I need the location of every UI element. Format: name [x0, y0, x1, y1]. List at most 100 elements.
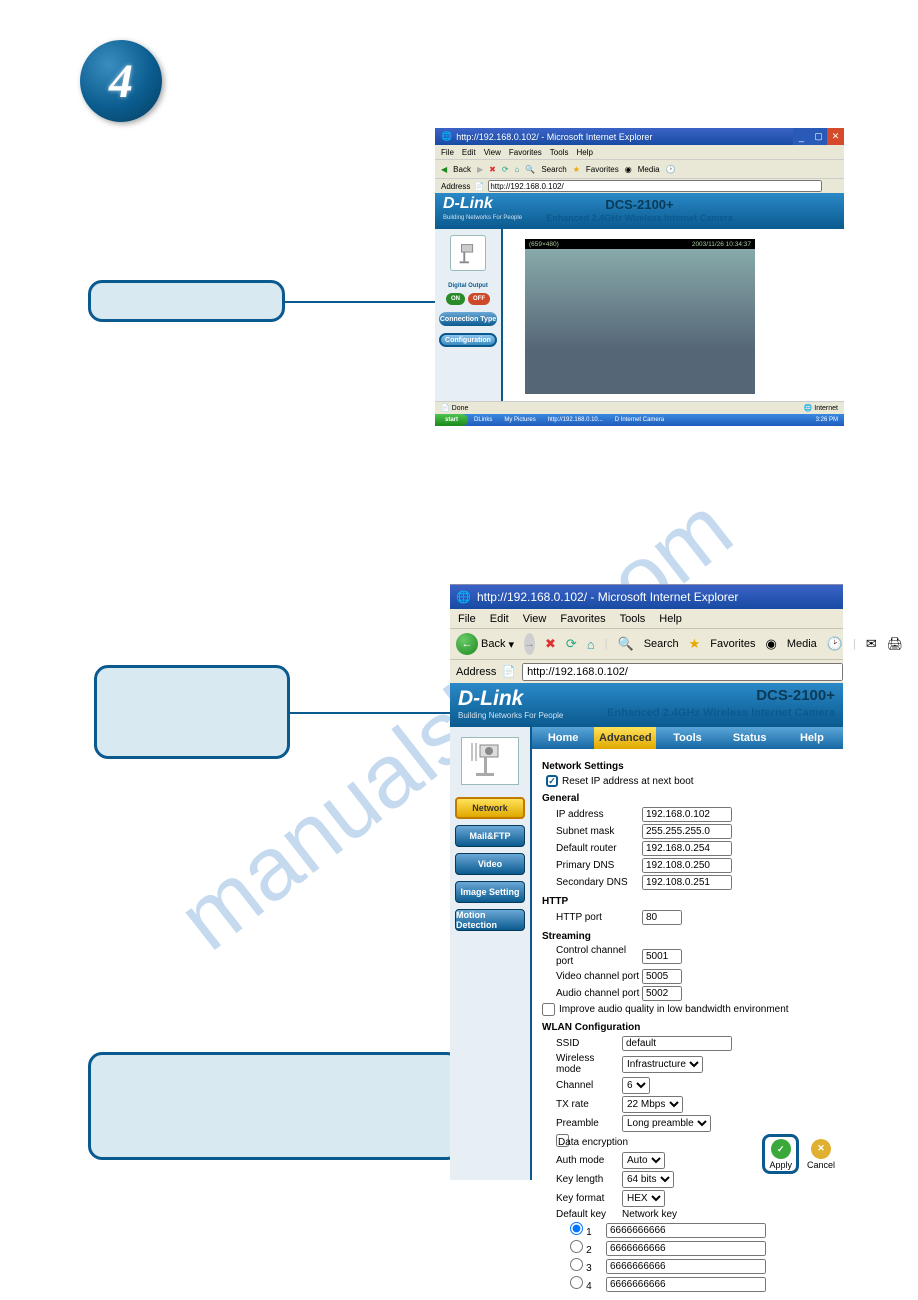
keyfmt-select[interactable]: HEX — [622, 1190, 665, 1207]
refresh-icon[interactable]: ⟳ — [566, 636, 577, 653]
vcp-input[interactable] — [642, 969, 682, 984]
mail-icon[interactable]: ✉ — [866, 636, 877, 653]
httpport-input[interactable] — [642, 910, 682, 925]
on-button[interactable]: ON — [446, 293, 465, 305]
product2-title: DCS-2100+ — [756, 687, 835, 704]
key2-radio[interactable] — [570, 1240, 583, 1253]
key1-input[interactable] — [606, 1223, 766, 1238]
menu2-favorites[interactable]: Favorites — [560, 613, 605, 625]
tab-tools[interactable]: Tools — [656, 727, 718, 749]
favorites-label[interactable]: Favorites — [586, 165, 619, 174]
tab-advanced[interactable]: Advanced — [594, 727, 656, 749]
configuration-button[interactable]: Configuration — [439, 333, 497, 347]
favorites-icon[interactable]: ★ — [573, 165, 580, 174]
menu-tools[interactable]: Tools — [550, 148, 569, 157]
ie2-toolbar: ←Back▾ → ✖ ⟳ ⌂ | 🔍Search ★Favorites ◉Med… — [450, 629, 843, 660]
tb-item-1[interactable]: DLinks — [468, 417, 498, 423]
chevron-down-icon[interactable]: ▾ — [508, 638, 514, 651]
reset-ip-checkbox[interactable]: ✓ — [546, 775, 558, 787]
key1-radio[interactable] — [570, 1222, 583, 1235]
off-button[interactable]: OFF — [468, 293, 490, 305]
tab-status[interactable]: Status — [719, 727, 781, 749]
menu2-file[interactable]: File — [458, 613, 476, 625]
home-icon[interactable]: ⌂ — [587, 636, 595, 653]
menu2-view[interactable]: View — [523, 613, 547, 625]
refresh-icon[interactable]: ⟳ — [502, 165, 509, 174]
ie2-address-bar: Address 📄 — [450, 660, 843, 683]
side-network-button[interactable]: Network — [455, 797, 525, 819]
key2-input[interactable] — [606, 1241, 766, 1256]
tb-item-4[interactable]: D Internet Camera — [609, 417, 670, 423]
authmode-select[interactable]: Auto — [622, 1152, 665, 1169]
pdns-input[interactable] — [642, 858, 732, 873]
favorites-label[interactable]: Favorites — [710, 638, 755, 650]
menu2-help[interactable]: Help — [659, 613, 682, 625]
media-icon[interactable]: ◉ — [765, 636, 776, 653]
min-icon[interactable]: _ — [793, 128, 810, 145]
stop-icon[interactable]: ✖ — [489, 165, 496, 174]
key2-num: 2 — [586, 1245, 592, 1256]
apply-button[interactable]: ✓ Apply — [769, 1139, 792, 1170]
media-label[interactable]: Media — [638, 165, 660, 174]
media-label[interactable]: Media — [787, 638, 817, 650]
search-icon[interactable]: 🔍 — [618, 636, 634, 653]
ip-input[interactable] — [642, 807, 732, 822]
menu2-tools[interactable]: Tools — [620, 613, 646, 625]
preamble-select[interactable]: Long preamble — [622, 1115, 711, 1132]
sdns-input[interactable] — [642, 875, 732, 890]
side-motion-button[interactable]: Motion Detection — [455, 909, 525, 931]
keylen-select[interactable]: 64 bits — [622, 1171, 674, 1188]
wmode-select[interactable]: Infrastructure — [622, 1056, 703, 1073]
connection-type-button[interactable]: Connection Type — [439, 312, 497, 326]
menu-favorites[interactable]: Favorites — [509, 148, 542, 157]
channel-select[interactable]: 6 — [622, 1077, 650, 1094]
fwd-button[interactable]: → — [524, 633, 535, 655]
menu-help[interactable]: Help — [576, 148, 592, 157]
tb-item-2[interactable]: My Pictures — [498, 417, 541, 423]
apply-highlight: ✓ Apply — [762, 1134, 799, 1174]
start-button[interactable]: start — [435, 414, 468, 426]
max-icon[interactable]: ▢ — [810, 128, 827, 145]
fwd-icon[interactable]: ▶ — [477, 165, 483, 174]
stop-icon[interactable]: ✖ — [545, 636, 556, 653]
search-icon[interactable]: 🔍 — [525, 165, 535, 174]
history-icon[interactable]: 🕑 — [666, 165, 676, 174]
side-mailftp-button[interactable]: Mail&FTP — [455, 825, 525, 847]
back-button[interactable]: ←Back▾ — [456, 633, 514, 655]
history-icon[interactable]: 🕑 — [827, 636, 843, 653]
side-image-button[interactable]: Image Setting — [455, 881, 525, 903]
home-icon[interactable]: ⌂ — [515, 165, 520, 174]
improve-audio-checkbox[interactable] — [542, 1003, 555, 1016]
search-label[interactable]: Search — [644, 638, 679, 650]
cancel-button[interactable]: ✕ Cancel — [807, 1139, 835, 1170]
tb-item-3[interactable]: http://192.168.0.10... — [542, 417, 609, 423]
favorites-icon[interactable]: ★ — [689, 636, 701, 653]
acp-input[interactable] — [642, 986, 682, 1001]
print-icon[interactable]: 🖨 — [887, 636, 904, 653]
router-input[interactable] — [642, 841, 732, 856]
ccp-input[interactable] — [642, 949, 682, 964]
media-icon[interactable]: ◉ — [625, 165, 632, 174]
key4-radio[interactable] — [570, 1276, 583, 1289]
tab-help[interactable]: Help — [781, 727, 843, 749]
back-label[interactable]: Back — [453, 165, 471, 174]
close-icon[interactable]: ✕ — [827, 128, 844, 145]
txrate-select[interactable]: 22 Mbps — [622, 1096, 683, 1113]
menu-file[interactable]: File — [441, 148, 454, 157]
menu-edit[interactable]: Edit — [462, 148, 476, 157]
back-icon[interactable]: ◀ — [441, 165, 447, 174]
key3-radio[interactable] — [570, 1258, 583, 1271]
search-label[interactable]: Search — [541, 165, 566, 174]
key4-input[interactable] — [606, 1277, 766, 1292]
tab-home[interactable]: Home — [532, 727, 594, 749]
key3-input[interactable] — [606, 1259, 766, 1274]
ie-status-bar: 📄 Done 🌐 Internet — [435, 401, 844, 414]
step-number: 4 — [109, 54, 133, 109]
address2-input[interactable] — [522, 663, 843, 681]
side-video-button[interactable]: Video — [455, 853, 525, 875]
subnet-input[interactable] — [642, 824, 732, 839]
address-input[interactable] — [488, 180, 822, 192]
menu-view[interactable]: View — [484, 148, 501, 157]
menu2-edit[interactable]: Edit — [490, 613, 509, 625]
ssid-input[interactable] — [622, 1036, 732, 1051]
